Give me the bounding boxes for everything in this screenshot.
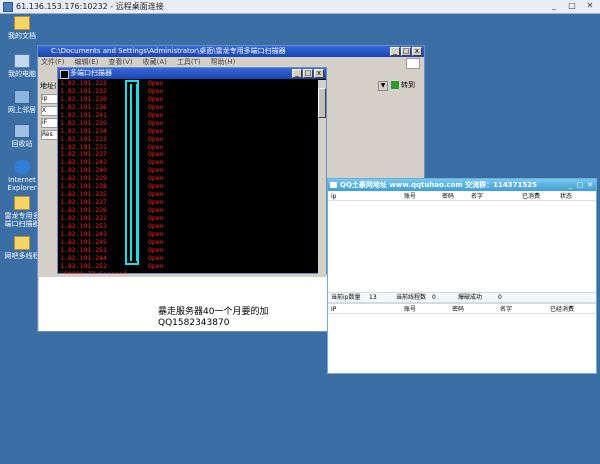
result-table-header: IP 账号 密码 名字 已经消费 — [328, 305, 596, 314]
ie-icon — [14, 160, 30, 174]
desktop-icon-label: 回收站 — [11, 140, 33, 148]
advert-line-1: 暴走服务器40一个月要的加 — [158, 307, 269, 317]
port-status: Open — [148, 261, 164, 270]
column-header-ip[interactable]: IP — [331, 305, 336, 314]
maximize-button[interactable]: □ — [303, 69, 313, 78]
close-button[interactable]: ✕ — [587, 179, 593, 191]
desktop-icon-recycle-bin[interactable]: 回收站 — [2, 124, 42, 148]
go-button[interactable]: 转到 — [391, 80, 421, 91]
qq-titlebar: QQ土豪网地址 www.qqtuhao.com 交流群：114371525 _ … — [328, 179, 596, 191]
windows-logo-icon — [406, 58, 420, 69]
qq-title: QQ土豪网地址 www.qqtuhao.com 交流群：114371525 — [340, 181, 538, 189]
close-button[interactable]: x — [314, 69, 324, 78]
column-header-spent[interactable]: 已消费 — [522, 192, 540, 201]
column-header-password[interactable]: 密码 — [442, 192, 454, 201]
column-header-name[interactable]: 名字 — [471, 192, 483, 201]
column-header-status[interactable]: 状态 — [560, 192, 572, 201]
desktop-icon-my-computer[interactable]: 我的电脑 — [2, 54, 42, 78]
column-header-account[interactable]: 账号 — [404, 305, 416, 314]
explorer-titlebar: C:\Documents and Settings\Administrator\… — [38, 46, 424, 57]
desktop-icon-label: 我的电脑 — [8, 70, 36, 78]
maximize-button[interactable]: □ — [577, 179, 584, 191]
minimize-button[interactable]: _ — [546, 1, 562, 12]
maximize-button[interactable]: □ — [401, 47, 411, 56]
computer-icon — [14, 54, 30, 68]
console-titlebar: 多端口扫描器 _ □ x — [58, 68, 326, 79]
scan-summary: 184000 IP Scanned. — [60, 269, 131, 274]
desktop-icon-my-documents[interactable]: 我的文档 — [2, 16, 42, 40]
recycle-bin-icon — [14, 124, 30, 138]
maximize-button[interactable]: □ — [564, 1, 580, 12]
folder-doc-icon — [14, 16, 30, 30]
scanner-console-window: 多端口扫描器 _ □ x 1.82.191.223 Open 1.82.191.23… — [57, 67, 327, 274]
explorer-title: C:\Documents and Settings\Administrator\… — [51, 47, 286, 55]
remote-desktop-icon — [3, 1, 13, 12]
column-header-password[interactable]: 密码 — [452, 305, 464, 314]
column-header-spent[interactable]: 已经消费 — [550, 305, 574, 314]
folder-icon — [14, 196, 30, 210]
advert-line-2: QQ1582343870 — [158, 318, 230, 328]
console-output: 1.82.191.223 Open 1.82.191.232 Open 1.82.191… — [60, 80, 318, 274]
stats-bar: 当前ip数量 13 当前线程数 0 爆破成功 0 — [328, 292, 596, 302]
desktop-icon-netbar-folder[interactable]: 网吧多线程 — [2, 236, 42, 260]
go-arrow-icon — [391, 81, 399, 89]
console-scrollbar[interactable] — [318, 80, 326, 274]
remote-desktop-title: 61.136.153.176:10232 - 远程桌面连接 — [16, 2, 164, 11]
network-icon — [14, 90, 30, 104]
column-header-ip[interactable]: ip — [331, 192, 336, 201]
remote-desktop-titlebar: 61.136.153.176:10232 - 远程桌面连接 _ □ ✕ — [0, 0, 600, 14]
desktop-icon-scanner-folder[interactable]: 雷龙专用多端口扫描器 — [2, 196, 42, 228]
column-header-name[interactable]: 名字 — [500, 305, 512, 314]
minimize-button[interactable]: _ — [569, 179, 573, 191]
desktop-icon-network[interactable]: 网上邻居 — [2, 90, 42, 114]
column-header-account[interactable]: 账号 — [404, 192, 416, 201]
desktop-icon-label: 网上邻居 — [8, 106, 36, 114]
console-title: 多端口扫描器 — [70, 69, 112, 77]
desktop-icon-label: 网吧多线程 — [4, 252, 40, 260]
desktop-icon-label: Internet Explorer — [7, 176, 37, 192]
divider — [328, 302, 596, 304]
qq-cracker-window: QQ土豪网地址 www.qqtuhao.com 交流群：114371525 _ … — [327, 178, 597, 374]
address-dropdown-button[interactable]: ▼ — [378, 81, 388, 91]
selection-highlight — [125, 80, 139, 265]
desktop-icon-ie[interactable]: Internet Explorer — [2, 160, 42, 192]
minimize-button[interactable]: _ — [292, 69, 302, 78]
desktop-icon-label: 我的文档 — [8, 32, 36, 40]
account-table-header: ip 账号 密码 名字 已消费 状态 — [328, 192, 596, 201]
scrollbar-thumb[interactable] — [318, 88, 326, 118]
close-button[interactable]: ✕ — [582, 1, 598, 12]
close-button[interactable]: x — [412, 47, 422, 56]
folder-icon — [14, 236, 30, 250]
minimize-button[interactable]: _ — [390, 47, 400, 56]
advert-note: 暴走服务器40一个月要的加 QQ1582343870 — [158, 307, 268, 329]
desktop-icon-label: 雷龙专用多端口扫描器 — [4, 212, 40, 228]
